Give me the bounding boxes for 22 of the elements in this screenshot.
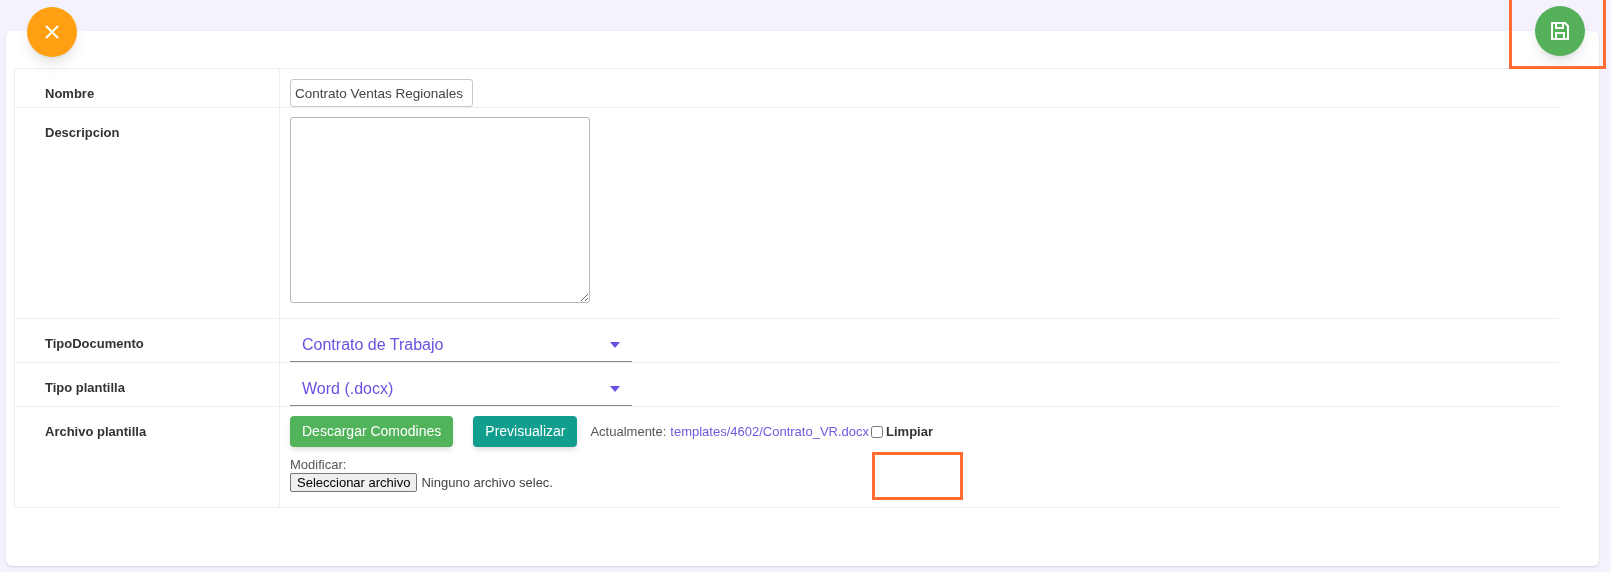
field-label: Archivo plantilla — [45, 424, 147, 439]
caret-icon — [610, 386, 620, 392]
dropdown-field[interactable]: Contrato de Trabajo — [290, 329, 632, 362]
close-icon — [45, 25, 59, 39]
clear-checkbox[interactable] — [871, 425, 884, 438]
field-label: Nombre — [45, 86, 95, 101]
caret-icon — [610, 342, 620, 348]
field-label: Descripcion — [45, 125, 120, 140]
file-link[interactable]: templates/4602/Contrato_VR.docx — [670, 421, 870, 442]
choose-file-button[interactable]: Seleccionar archivo — [290, 473, 418, 493]
field-label: Tipo plantilla — [45, 380, 125, 395]
dropdown-field[interactable]: Word (.docx) — [290, 373, 632, 406]
close-button[interactable] — [27, 7, 77, 57]
preview-button[interactable]: Previsualizar — [473, 416, 578, 447]
clear-label: Limpiar — [886, 422, 933, 441]
save-button[interactable] — [1535, 6, 1585, 56]
name-field[interactable]: Contrato Ventas Regionales — [290, 79, 473, 107]
file-status: Ninguno archivo selec. — [421, 474, 553, 492]
description-field[interactable] — [290, 117, 590, 303]
modify-label: Modificar: — [290, 457, 348, 473]
field-label: TipoDocumento — [45, 336, 144, 351]
current-label: Actualmente: — [590, 422, 667, 441]
